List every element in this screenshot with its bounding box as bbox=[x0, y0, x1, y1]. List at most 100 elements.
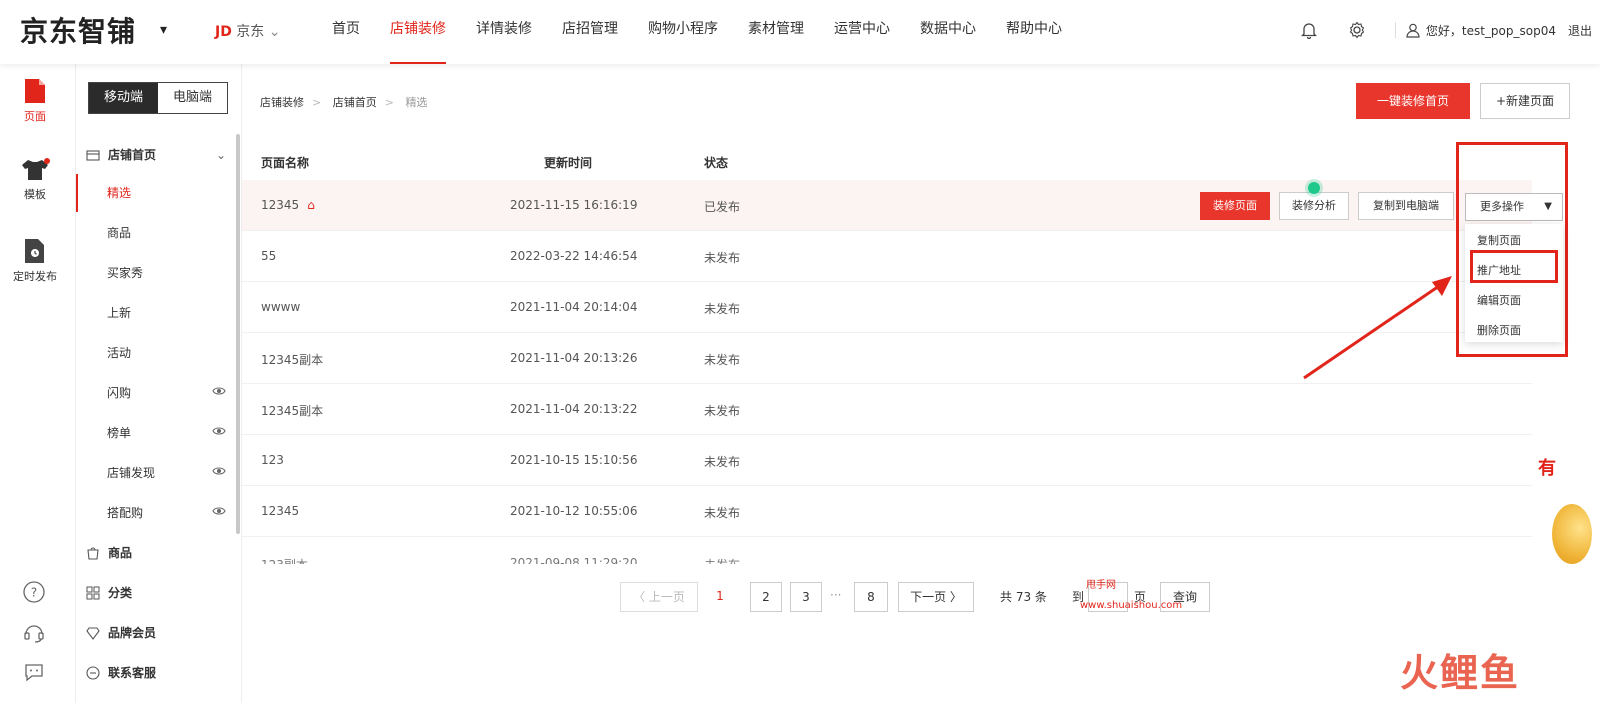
table-header: 页面名称 更新时间 状态 bbox=[242, 142, 1532, 180]
top-bar: 京东智铺 ▾ JD 京东 ⌄ 首页 店铺装修 详情装修 店招管理 购物小程序 素… bbox=[0, 0, 1600, 64]
status: 未发布 bbox=[704, 251, 741, 265]
eye-icon[interactable] bbox=[212, 506, 226, 516]
status: 未发布 bbox=[704, 302, 741, 316]
page-3[interactable]: 3 bbox=[790, 582, 822, 612]
headset-icon[interactable] bbox=[22, 620, 46, 644]
main-content: 店铺装修 > 店铺首页 > 精选 一键装修首页 +新建页面 页面名称 更新时间 状态… bbox=[242, 64, 1600, 703]
mode-mobile-button[interactable]: 移动端 bbox=[89, 83, 158, 113]
nav-detail-decoration[interactable]: 详情装修 bbox=[476, 0, 532, 64]
platform-switch[interactable]: JD 京东 ⌄ bbox=[215, 21, 280, 41]
group-service[interactable]: 联系客服 bbox=[86, 664, 226, 681]
device-mode-toggle: 移动端 电脑端 bbox=[88, 82, 228, 114]
breadcrumb-item[interactable]: 店铺装修 bbox=[260, 96, 304, 109]
bell-icon[interactable] bbox=[1299, 20, 1319, 40]
app-logo[interactable]: 京东智铺 bbox=[20, 10, 136, 50]
sidebar-item-label: 榜单 bbox=[107, 426, 132, 440]
eye-icon[interactable] bbox=[212, 426, 226, 436]
logout-link[interactable]: 退出 bbox=[1568, 22, 1592, 39]
nav-signboard[interactable]: 店招管理 bbox=[562, 0, 618, 64]
group-goods[interactable]: 商品 bbox=[86, 544, 226, 561]
eye-icon[interactable] bbox=[212, 466, 226, 476]
main-nav: 首页 店铺装修 详情装修 店招管理 购物小程序 素材管理 运营中心 数据中心 帮… bbox=[332, 0, 1092, 64]
table-row[interactable]: 12345 2021-10-12 10:55:06 未发布 bbox=[242, 486, 1532, 537]
page-2[interactable]: 2 bbox=[750, 582, 782, 612]
one-click-decorate-button[interactable]: 一键装修首页 bbox=[1356, 83, 1470, 119]
svg-text:?: ? bbox=[31, 586, 37, 600]
sidebar-item-discover[interactable]: 店铺发现 bbox=[76, 454, 234, 492]
coin-icon bbox=[1552, 504, 1592, 564]
user-icon bbox=[1406, 23, 1420, 38]
sidebar-item-ranking[interactable]: 榜单 bbox=[76, 414, 234, 452]
status: 未发布 bbox=[704, 556, 740, 564]
update-time: 2021-11-04 20:13:26 bbox=[510, 351, 638, 365]
page-8[interactable]: 8 bbox=[854, 582, 888, 612]
nav-materials[interactable]: 素材管理 bbox=[748, 0, 804, 64]
rail-label-template: 模板 bbox=[24, 188, 46, 201]
rail-item-template[interactable]: 模板 bbox=[0, 158, 70, 202]
sidebar-item-bundle[interactable]: 搭配购 bbox=[76, 494, 234, 532]
breadcrumb-current: 精选 bbox=[405, 96, 428, 109]
sidebar-item-new[interactable]: 上新 bbox=[76, 294, 234, 332]
breadcrumb-item[interactable]: 店铺首页 bbox=[333, 96, 377, 109]
eye-icon[interactable] bbox=[212, 386, 226, 396]
decoration-analysis-button[interactable]: 装修分析 bbox=[1279, 192, 1349, 220]
group-label: 品牌会员 bbox=[108, 626, 157, 640]
group-label: 联系客服 bbox=[108, 666, 157, 680]
table-row[interactable]: 123 2021-10-15 15:10:56 未发布 bbox=[242, 435, 1532, 486]
sidebar-item-label: 活动 bbox=[107, 346, 132, 360]
decorate-page-button[interactable]: 装修页面 bbox=[1200, 192, 1270, 220]
sidebar-scrollbar[interactable] bbox=[236, 134, 240, 534]
page-1[interactable]: 1 bbox=[708, 582, 732, 612]
chat-icon[interactable] bbox=[22, 660, 46, 684]
col-status: 状态 bbox=[704, 156, 729, 170]
sidebar-item-featured[interactable]: 精选 bbox=[76, 174, 234, 212]
page-name: 123 bbox=[261, 453, 284, 467]
chevron-down-icon: ⌄ bbox=[268, 24, 281, 40]
rail-label-scheduled: 定时发布 bbox=[13, 270, 57, 283]
caret-down-icon: ▼ bbox=[1544, 201, 1552, 212]
nav-operations[interactable]: 运营中心 bbox=[834, 0, 890, 64]
group-label: 店铺首页 bbox=[108, 148, 157, 162]
brand-watermark: 火鲤鱼 bbox=[1400, 651, 1521, 695]
bag-icon bbox=[87, 546, 99, 560]
gear-icon[interactable] bbox=[1347, 20, 1367, 40]
sidebar-item-label: 店铺发现 bbox=[107, 466, 156, 480]
group-member[interactable]: 品牌会员 bbox=[86, 624, 226, 641]
update-time: 2021-10-12 10:55:06 bbox=[510, 504, 638, 518]
rail-item-page[interactable]: 页面 bbox=[0, 78, 70, 124]
watermark-text: 甩手网 bbox=[1086, 580, 1116, 591]
left-rail: 页面 模板 定时发布 ? bbox=[0, 64, 76, 703]
nav-help[interactable]: 帮助中心 bbox=[1006, 0, 1062, 64]
page-name: 12345 bbox=[261, 504, 300, 518]
page-name: 12345副本 bbox=[261, 404, 324, 418]
nav-home[interactable]: 首页 bbox=[332, 0, 360, 64]
table-row[interactable]: 12345 ⌂ 2021-11-15 16:16:19 已发布 装修页面 装修分析… bbox=[242, 180, 1532, 231]
copy-to-pc-button[interactable]: 复制到电脑端 bbox=[1358, 192, 1454, 220]
notification-dot bbox=[1308, 182, 1320, 194]
help-icon[interactable]: ? bbox=[22, 580, 46, 604]
status: 未发布 bbox=[704, 404, 741, 418]
prev-page-button[interactable]: 〈 上一页 bbox=[620, 582, 698, 612]
rail-item-scheduled[interactable]: 定时发布 bbox=[0, 238, 70, 284]
nav-mini-program[interactable]: 购物小程序 bbox=[648, 0, 718, 64]
mode-pc-button[interactable]: 电脑端 bbox=[158, 83, 227, 113]
menu-copy-page[interactable]: 复制页面 bbox=[1477, 232, 1521, 248]
diamond-icon bbox=[86, 626, 100, 640]
group-category[interactable]: 分类 bbox=[86, 584, 226, 601]
sidebar-item-flash[interactable]: 闪购 bbox=[76, 374, 234, 412]
page-name: 123副本 bbox=[261, 556, 308, 564]
logo-caret-icon[interactable]: ▾ bbox=[160, 22, 167, 38]
next-page-button[interactable]: 下一页 〉 bbox=[898, 582, 974, 612]
new-page-button[interactable]: +新建页面 bbox=[1480, 83, 1570, 119]
sidebar-item-activity[interactable]: 活动 bbox=[76, 334, 234, 372]
more-actions-button[interactable]: 更多操作 ▼ bbox=[1465, 193, 1563, 221]
group-shop-home[interactable]: 店铺首页 ⌄ bbox=[86, 146, 226, 163]
sidebar-item-goods[interactable]: 商品 bbox=[76, 214, 234, 252]
nav-shop-decoration[interactable]: 店铺装修 bbox=[390, 0, 446, 64]
page-name: 12345 ⌂ bbox=[261, 198, 315, 212]
nav-data[interactable]: 数据中心 bbox=[920, 0, 976, 64]
store-icon bbox=[86, 149, 100, 161]
page-sidebar: 移动端 电脑端 店铺首页 ⌄ 精选 商品 买家秀 上新 活动 闪购 榜单 店铺发… bbox=[76, 64, 242, 703]
sidebar-item-buyer-show[interactable]: 买家秀 bbox=[76, 254, 234, 292]
table-row-clipped[interactable]: 123副本 2021-09-08 11:29:20 未发布 bbox=[242, 550, 1532, 564]
